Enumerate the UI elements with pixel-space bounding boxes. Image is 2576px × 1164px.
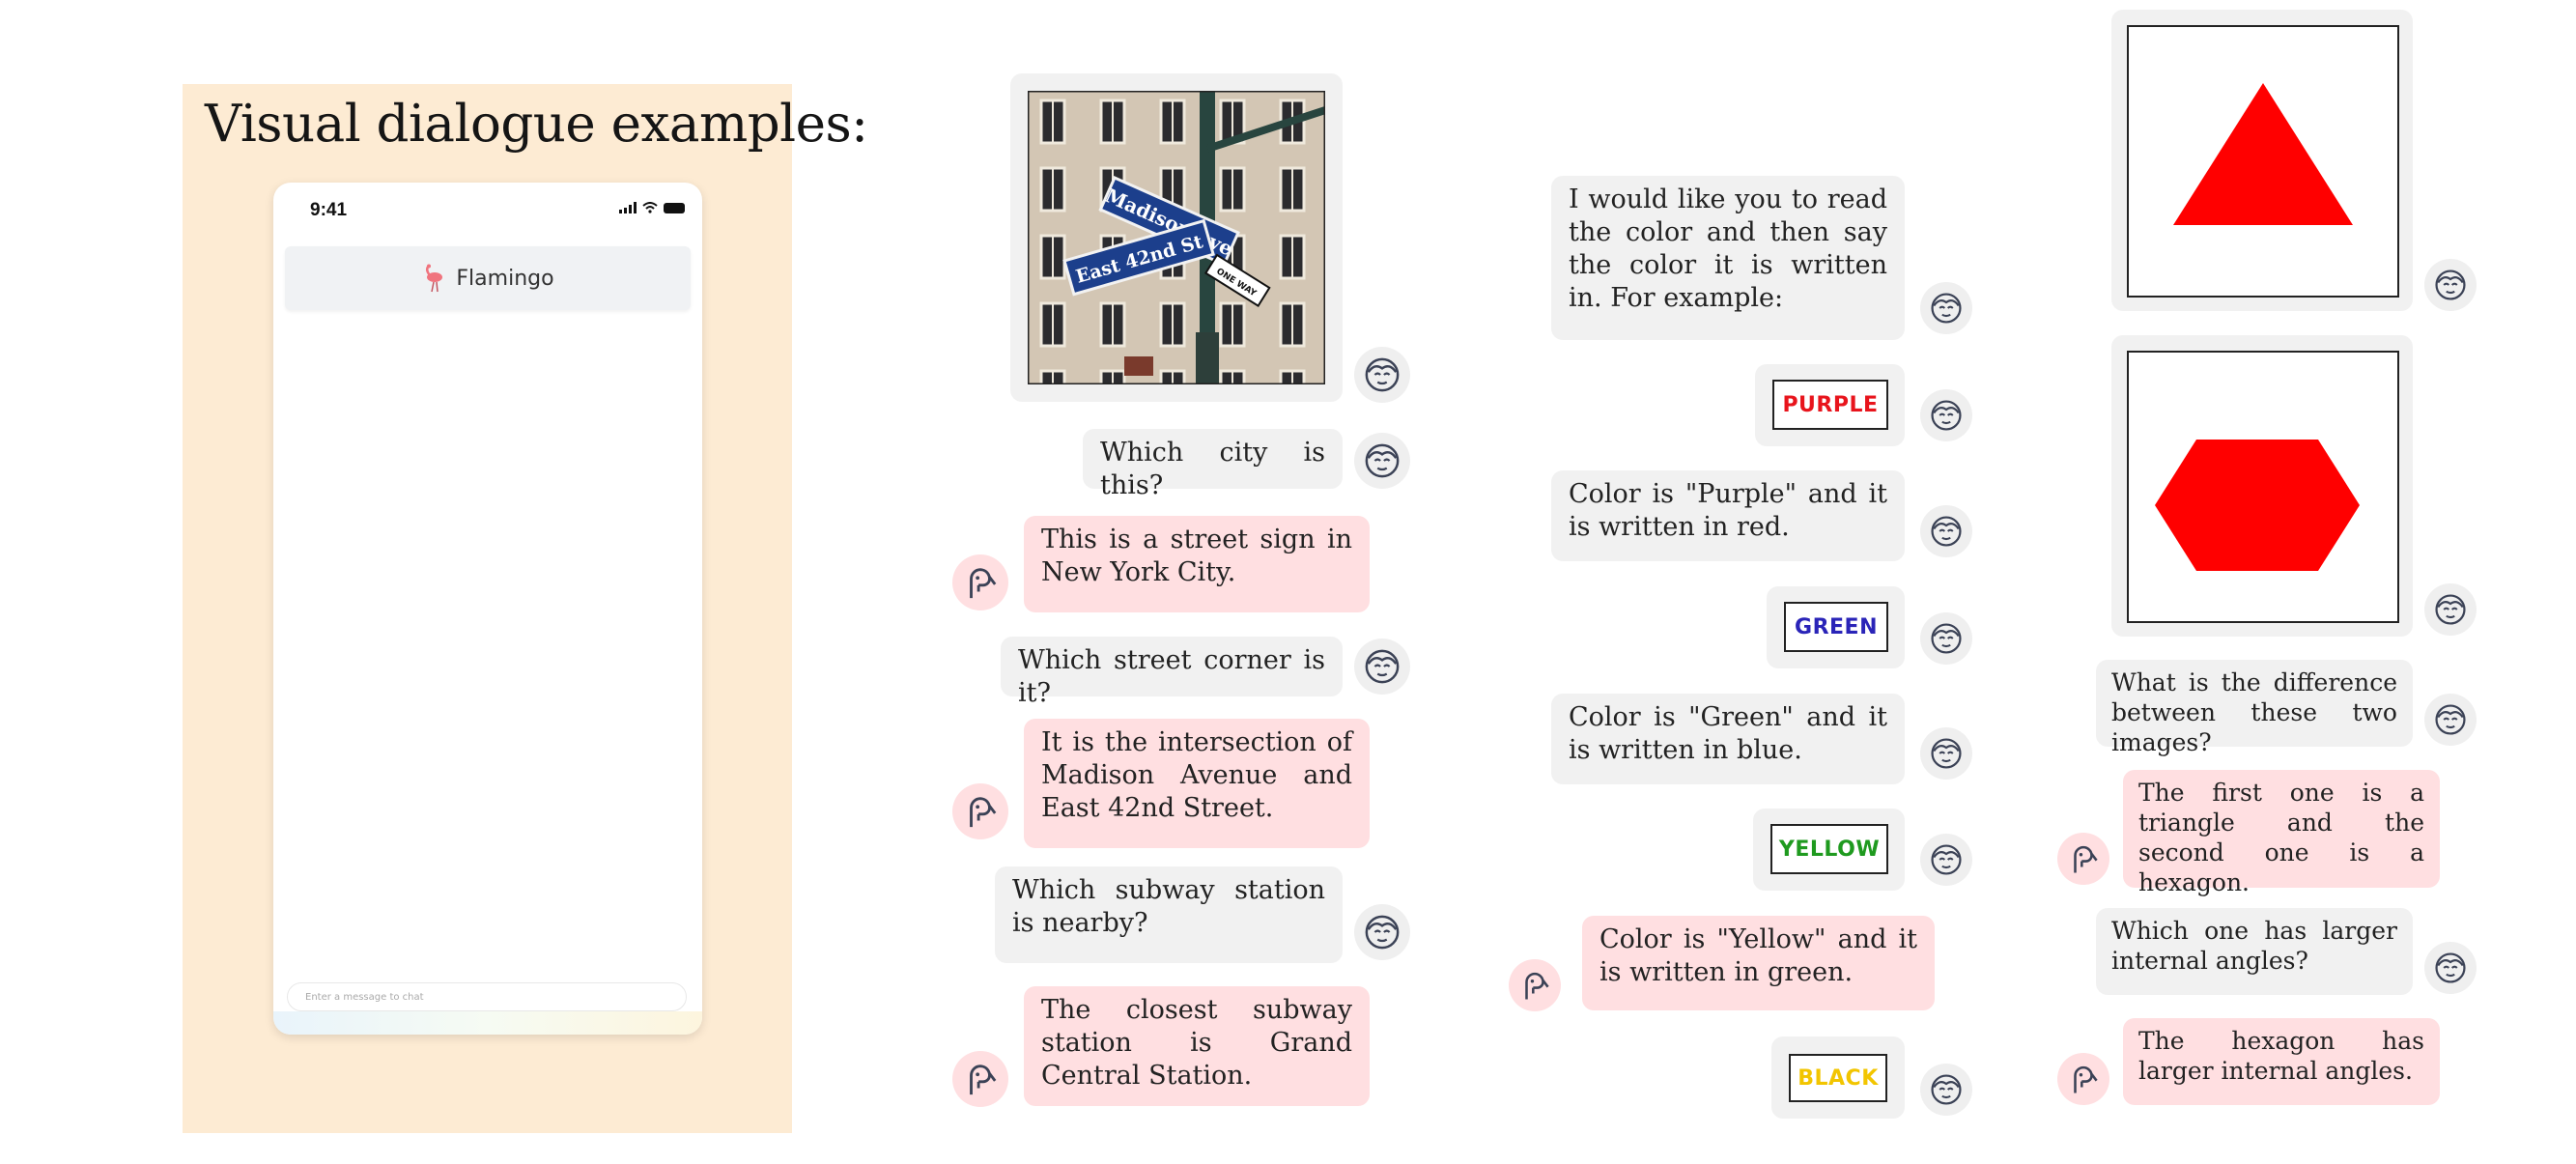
chat-input[interactable]: Enter a message to chat xyxy=(287,982,687,1011)
user-avatar xyxy=(2424,583,2477,636)
bot-message: This is a street sign in New York City. xyxy=(1024,516,1370,612)
user-avatar xyxy=(1920,505,1972,557)
bot-avatar xyxy=(952,554,1008,610)
hexagon-image xyxy=(2127,351,2399,623)
flamingo-logo-icon xyxy=(426,264,443,293)
flamingo-icon xyxy=(2067,1063,2100,1095)
user-avatar xyxy=(1354,639,1410,695)
bot-avatar xyxy=(1509,959,1561,1011)
image-card: BLACK xyxy=(1771,1036,1905,1119)
user-avatar xyxy=(2424,942,2477,994)
user-avatar xyxy=(1354,904,1410,960)
face-icon xyxy=(1930,292,1963,325)
user-avatar xyxy=(1920,727,1972,780)
bot-avatar xyxy=(2057,833,2109,885)
face-icon xyxy=(2434,269,2467,301)
bot-avatar xyxy=(952,1051,1008,1107)
user-avatar xyxy=(1920,834,1972,886)
bot-message: The closest subway station is Grand Cent… xyxy=(1024,986,1370,1106)
face-icon xyxy=(1364,442,1401,479)
image-card xyxy=(2111,10,2413,311)
bot-message: Color is "Yellow" and it is written in g… xyxy=(1582,916,1935,1010)
bot-avatar xyxy=(2057,1053,2109,1105)
flamingo-icon xyxy=(962,1061,999,1097)
user-message: What is the difference between these two… xyxy=(2096,660,2413,756)
bot-message: The hexagon has larger internal angles. xyxy=(2123,1018,2440,1105)
street-sign-photo: Madison Ave East 42nd St ONE WAY xyxy=(1028,91,1325,384)
face-icon xyxy=(1930,622,1963,655)
face-icon xyxy=(2434,703,2467,736)
user-avatar xyxy=(1920,389,1972,441)
user-message: Which subway station is nearby? xyxy=(995,866,1343,963)
status-icons xyxy=(619,202,685,213)
user-avatar xyxy=(1920,282,1972,334)
user-message: Which one has larger internal angles? xyxy=(2096,908,2413,995)
bot-message: It is the intersection of Madison Avenue… xyxy=(1024,719,1370,848)
color-word-yellow: YELLOW xyxy=(1770,824,1888,874)
user-message: Color is "Green" and it is written in bl… xyxy=(1551,694,1905,784)
face-icon xyxy=(2434,951,2467,984)
status-time: 9:41 xyxy=(310,200,348,220)
user-avatar xyxy=(2424,694,2477,746)
user-avatar xyxy=(2424,259,2477,311)
user-avatar xyxy=(1920,1064,1972,1116)
image-card xyxy=(2111,335,2413,637)
bot-message: The first one is a triangle and the seco… xyxy=(2123,770,2440,896)
flamingo-icon xyxy=(2067,842,2100,875)
app-name: Flamingo xyxy=(456,266,554,291)
face-icon xyxy=(1930,399,1963,432)
bot-avatar xyxy=(952,783,1008,839)
user-avatar xyxy=(1354,347,1410,403)
image-card: YELLOW xyxy=(1753,809,1905,891)
battery-icon xyxy=(664,203,685,213)
flamingo-icon xyxy=(962,564,999,601)
phone-mockup: 9:41 Flamingo Enter a message to chat xyxy=(273,183,702,1035)
wifi-icon xyxy=(642,202,658,213)
triangle-image xyxy=(2127,25,2399,298)
flamingo-icon xyxy=(1518,969,1551,1002)
face-icon xyxy=(1364,914,1401,951)
color-word-black: BLACK xyxy=(1789,1054,1887,1102)
image-card: Madison Ave East 42nd St ONE WAY xyxy=(1010,73,1343,402)
face-icon xyxy=(1364,648,1401,685)
face-icon xyxy=(2434,593,2467,626)
user-avatar xyxy=(1354,433,1410,489)
panel-title: Visual dialogue examples: xyxy=(205,95,868,154)
user-message: I would like you to read the color and t… xyxy=(1551,176,1905,340)
image-card: GREEN xyxy=(1767,586,1905,668)
app-header: Flamingo xyxy=(285,246,691,310)
user-message: Which street corner is it? xyxy=(1001,637,1343,708)
image-card: PURPLE xyxy=(1755,364,1905,446)
flamingo-icon xyxy=(962,793,999,830)
hexagon-shape xyxy=(2155,440,2360,571)
color-word-purple: PURPLE xyxy=(1772,380,1888,430)
face-icon xyxy=(1364,356,1401,393)
user-message: Color is "Purple" and it is written in r… xyxy=(1551,470,1905,561)
user-avatar xyxy=(1920,612,1972,665)
triangle-shape xyxy=(2173,83,2353,225)
face-icon xyxy=(1930,1073,1963,1106)
face-icon xyxy=(1930,515,1963,548)
color-word-green: GREEN xyxy=(1784,602,1888,652)
signal-icon xyxy=(619,202,637,213)
user-message: Which city is this? xyxy=(1083,429,1343,500)
face-icon xyxy=(1930,843,1963,876)
face-icon xyxy=(1930,737,1963,770)
phone-footer-bar xyxy=(273,1011,702,1035)
